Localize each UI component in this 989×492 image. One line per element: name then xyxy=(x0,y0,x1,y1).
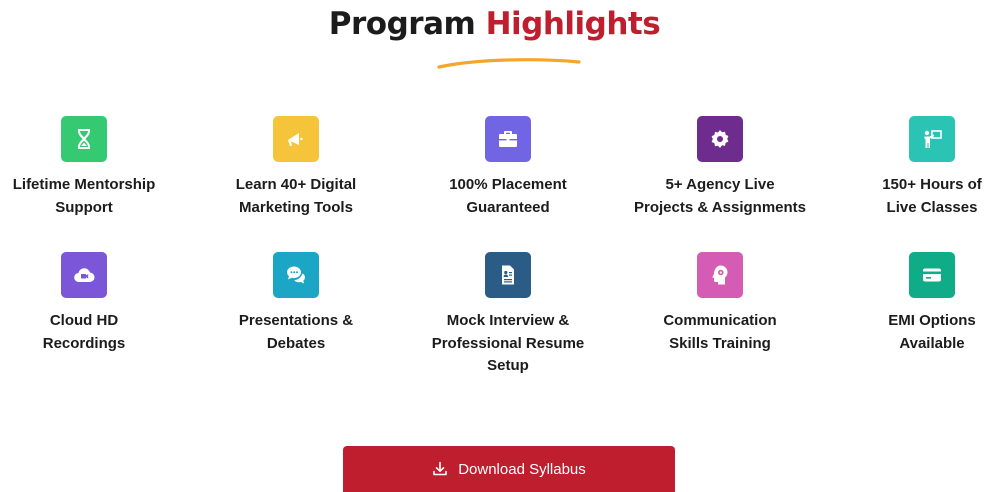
credit-card-icon xyxy=(909,252,955,298)
feature-label: 5+ Agency Live Projects & Assignments xyxy=(634,176,806,216)
feature-label: 100% Placement Guaranteed xyxy=(449,176,567,216)
feature-label: Communication Skills Training xyxy=(663,312,777,352)
feature-label: Learn 40+ Digital Marketing Tools xyxy=(235,176,357,216)
download-syllabus-label: Download Syllabus xyxy=(458,460,586,478)
feature-card-cloud-recordings: Cloud HD Recordings xyxy=(0,252,190,378)
feature-card-communication: Communication Skills Training xyxy=(614,252,826,378)
chat-bubbles-icon xyxy=(273,252,319,298)
download-icon xyxy=(433,461,448,476)
feature-card-emi: EMI Options Available xyxy=(826,252,989,378)
hourglass-icon xyxy=(61,116,107,162)
download-syllabus-button[interactable]: Download Syllabus xyxy=(343,446,675,492)
briefcase-icon xyxy=(485,116,531,162)
title-underline-decoration xyxy=(437,58,581,69)
feature-card-presentations: Presentations & Debates xyxy=(190,252,402,378)
feature-card-live-classes: 150+ Hours of Live Classes xyxy=(826,116,989,219)
feature-label: EMI Options Available xyxy=(888,312,976,352)
gear-icon xyxy=(697,116,743,162)
section-title-part1: Program xyxy=(328,6,476,42)
feature-card-digital-tools: Learn 40+ Digital Marketing Tools xyxy=(190,116,402,219)
feature-label: Lifetime Mentorship Support xyxy=(12,176,156,216)
feature-label: Mock Interview & Professional Resume Set… xyxy=(431,312,585,374)
features-grid: Lifetime Mentorship Support Learn 40+ Di… xyxy=(0,116,989,378)
feature-card-placement: 100% Placement Guaranteed xyxy=(402,116,614,219)
feature-label: Cloud HD Recordings xyxy=(42,312,126,352)
section-title: Program Highlights xyxy=(0,6,989,42)
presenter-icon xyxy=(909,116,955,162)
feature-label: 150+ Hours of Live Classes xyxy=(882,176,982,216)
feature-card-mock-interview: Mock Interview & Professional Resume Set… xyxy=(402,252,614,378)
feature-card-lifetime-mentorship: Lifetime Mentorship Support xyxy=(0,116,190,219)
feature-label: Presentations & Debates xyxy=(238,312,354,352)
head-brain-icon xyxy=(697,252,743,298)
megaphone-icon xyxy=(273,116,319,162)
section-title-part2: Highlights xyxy=(485,6,661,42)
resume-icon xyxy=(485,252,531,298)
feature-card-agency-projects: 5+ Agency Live Projects & Assignments xyxy=(614,116,826,219)
cloud-video-icon xyxy=(61,252,107,298)
